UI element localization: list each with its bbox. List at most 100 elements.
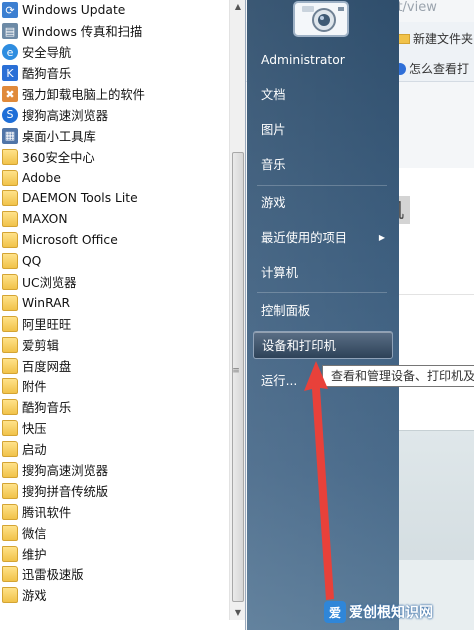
folder-icon <box>2 190 18 207</box>
menu-separator <box>257 292 387 293</box>
program-item[interactable]: 维护 <box>0 543 228 564</box>
user-account-picture[interactable] <box>292 0 350 38</box>
program-item-label: 微信 <box>22 526 47 541</box>
recent-items-item[interactable]: 最近使用的项目 ▶ <box>253 223 393 251</box>
control-panel-item[interactable]: 控制面板 <box>253 296 393 324</box>
folder-icon <box>2 587 18 604</box>
bookmark-new-folder[interactable]: 新建文件夹 <box>398 30 473 47</box>
program-item[interactable]: ▦ 桌面小工具库 <box>0 125 228 146</box>
program-item[interactable]: 附件 <box>0 376 228 397</box>
program-item[interactable]: 360安全中心 <box>0 146 228 167</box>
program-item-label: 搜狗高速浏览器 <box>22 464 109 479</box>
gadgets-icon: ▦ <box>2 127 18 144</box>
computer-item[interactable]: 计算机 <box>253 258 393 286</box>
program-item-label: 桌面小工具库 <box>22 129 96 144</box>
user-folder-item[interactable]: Administrator <box>253 46 393 74</box>
documents-item[interactable]: 文档 <box>253 80 393 108</box>
folder-icon <box>2 503 18 520</box>
folder-icon <box>2 169 18 186</box>
program-item[interactable]: 搜狗拼音传统版 <box>0 480 228 501</box>
folder-icon <box>2 378 18 395</box>
program-item-label: QQ <box>22 254 42 269</box>
sogou-browser-icon: S <box>2 106 18 123</box>
program-item-label: 爱剪辑 <box>22 338 59 353</box>
fax-scan-icon: ▤ <box>2 23 18 40</box>
program-list: ⟳ Windows Update ▤ Windows 传真和扫描 e 安全导航 K 酷狗音乐 ✖… <box>0 0 228 620</box>
program-item[interactable]: Adobe <box>0 167 228 188</box>
program-item[interactable]: 酷狗音乐 <box>0 397 228 418</box>
site-watermark: 爱 爱创根知识网 <box>324 600 433 624</box>
folder-icon <box>2 315 18 332</box>
program-item-label: MAXON <box>22 212 68 227</box>
program-item[interactable]: 搜狗高速浏览器 <box>0 460 228 481</box>
scroll-down-icon[interactable]: ▼ <box>230 606 246 620</box>
program-item-label: 阿里旺旺 <box>22 317 72 332</box>
program-list-scrollbar[interactable]: ▲ ≡ ▼ <box>229 0 245 620</box>
scroll-grip-icon: ≡ <box>232 366 240 376</box>
folder-icon <box>2 274 18 291</box>
program-item[interactable]: ▤ Windows 传真和扫描 <box>0 21 228 42</box>
program-item-label: 迅雷极速版 <box>22 568 84 583</box>
program-item[interactable]: S 搜狗高速浏览器 <box>0 104 228 125</box>
program-item-label: Microsoft Office <box>22 233 118 248</box>
program-item[interactable]: e 安全导航 <box>0 42 228 63</box>
scroll-up-icon[interactable]: ▲ <box>230 0 246 14</box>
folder-icon <box>2 294 18 311</box>
folder-icon <box>2 545 18 562</box>
program-item-label: 百度网盘 <box>22 359 72 374</box>
program-item-label: 安全导航 <box>22 46 72 61</box>
ie-icon: e <box>2 44 18 61</box>
folder-icon <box>2 420 18 437</box>
uninstall-icon: ✖ <box>2 86 18 102</box>
program-item-label: Windows 传真和扫描 <box>22 25 143 40</box>
folder-icon <box>2 524 18 541</box>
program-item[interactable]: 阿里旺旺 <box>0 313 228 334</box>
bookmark-how-to-view[interactable]: 怎么查看打 <box>394 60 469 77</box>
program-item[interactable]: 爱剪辑 <box>0 334 228 355</box>
windows-update-icon: ⟳ <box>2 2 18 19</box>
program-item[interactable]: MAXON <box>0 209 228 230</box>
program-item[interactable]: 游戏 <box>0 585 228 606</box>
program-item[interactable]: UC浏览器 <box>0 272 228 293</box>
program-item[interactable]: DAEMON Tools Lite <box>0 188 228 209</box>
program-item-label: 酷狗音乐 <box>22 401 72 416</box>
folder-icon <box>2 399 18 416</box>
all-programs-panel: ⟳ Windows Update ▤ Windows 传真和扫描 e 安全导航 K 酷狗音乐 ✖… <box>0 0 246 630</box>
program-item-label: 腾讯软件 <box>22 505 72 520</box>
program-item[interactable]: 快压 <box>0 418 228 439</box>
program-item-label: 启动 <box>22 443 47 458</box>
program-item[interactable]: 腾讯软件 <box>0 501 228 522</box>
kugou-icon: K <box>2 65 18 82</box>
program-item-label: DAEMON Tools Lite <box>22 191 138 206</box>
program-item-label: 维护 <box>22 547 47 562</box>
program-item[interactable]: 微信 <box>0 522 228 543</box>
program-item-label: 搜狗拼音传统版 <box>22 484 109 499</box>
watermark-logo-icon: 爱 <box>324 601 346 623</box>
program-item-label: 强力卸载电脑上的软件 <box>22 88 145 102</box>
program-item[interactable]: Microsoft Office <box>0 230 228 251</box>
folder-icon <box>2 148 18 165</box>
scroll-thumb[interactable] <box>232 152 244 602</box>
program-item[interactable]: ⟳ Windows Update <box>0 0 228 21</box>
folder-icon <box>2 441 18 458</box>
music-item[interactable]: 音乐 <box>253 150 393 178</box>
games-item[interactable]: 游戏 <box>253 188 393 216</box>
submenu-arrow-icon: ▶ <box>378 232 385 242</box>
program-item-label: WinRAR <box>22 295 71 310</box>
folder-icon <box>2 211 18 228</box>
folder-icon <box>398 33 410 44</box>
program-item[interactable]: K 酷狗音乐 <box>0 63 228 84</box>
folder-icon <box>2 482 18 499</box>
pictures-item[interactable]: 图片 <box>253 115 393 143</box>
annotation-arrow-icon <box>304 361 334 600</box>
program-item[interactable]: QQ <box>0 251 228 272</box>
folder-icon <box>2 232 18 249</box>
folder-icon <box>2 357 18 374</box>
program-item[interactable]: ✖ 强力卸载电脑上的软件 <box>0 84 228 105</box>
program-item[interactable]: WinRAR <box>0 292 228 313</box>
program-item-label: Windows Update <box>22 3 126 18</box>
program-item[interactable]: 启动 <box>0 439 228 460</box>
program-item[interactable]: 迅雷极速版 <box>0 564 228 585</box>
program-item[interactable]: 百度网盘 <box>0 355 228 376</box>
camera-icon <box>293 1 349 37</box>
